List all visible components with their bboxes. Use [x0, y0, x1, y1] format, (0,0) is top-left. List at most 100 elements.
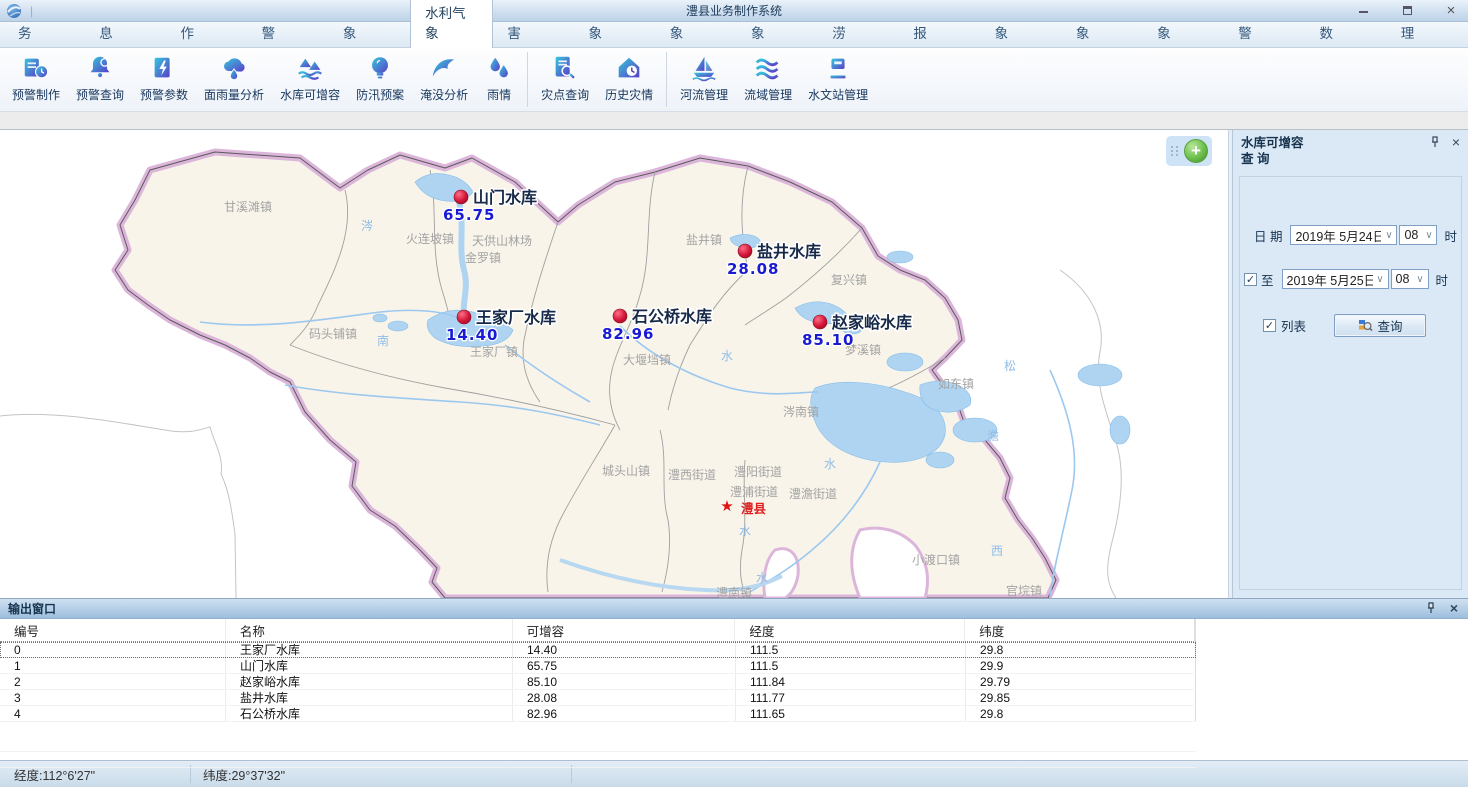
- main-area: 甘溪滩镇火连坡镇天供山林场金罗镇盐井镇复兴镇码头铺镇王家厂镇大堰垱镇梦溪镇如东镇…: [0, 130, 1468, 598]
- reservoir-name-盐井水库: 盐井水库: [757, 242, 821, 261]
- tool-水文站管理[interactable]: 水文站管理: [800, 48, 876, 111]
- table-row-1[interactable]: 1山门水库65.75111.529.9: [0, 658, 1196, 674]
- town-label-澧澹街道: 澧澹街道: [789, 487, 837, 501]
- cell: 石公桥水库: [226, 706, 513, 721]
- list-label: 列表: [1281, 316, 1306, 335]
- chevron-down-icon: ∨: [1381, 230, 1396, 241]
- tool-label: 流域管理: [744, 86, 792, 103]
- tool-预警参数[interactable]: 预警参数: [132, 48, 196, 111]
- menu-bar: 日常业务气象信息预报制作气象预警应急气象水利气象地质灾害农业气象林业气象环境气象…: [0, 22, 1468, 48]
- query-group-box: 日 期 2019年 5月24日∨ 08∨ 时 ✓ 至 2019年 5月25日∨ …: [1239, 176, 1462, 590]
- reservoir-marker-王家厂水库[interactable]: [457, 310, 471, 324]
- to-date-select[interactable]: 2019年 5月25日∨: [1282, 269, 1389, 289]
- reservoir-query-panel: 水库可增容 查 询 × 日 期 2019年 5月24日∨ 08∨ 时 ✓: [1233, 130, 1468, 598]
- to-label: 至: [1261, 270, 1274, 289]
- cell: 29.79: [966, 674, 1196, 689]
- town-label-官垸镇: 官垸镇: [1006, 583, 1042, 598]
- county-label: 澧县: [741, 501, 767, 516]
- table-row-2[interactable]: 2赵家峪水库85.10111.8429.79: [0, 674, 1196, 690]
- tool-河流管理[interactable]: 河流管理: [672, 48, 736, 111]
- tool-流域管理[interactable]: 流域管理: [736, 48, 800, 111]
- station-icon: [823, 53, 853, 83]
- map-zoom-control: +: [1166, 136, 1212, 166]
- tool-灾点查询[interactable]: 灾点查询: [533, 48, 597, 111]
- toolbar-group-separator: [666, 52, 667, 107]
- from-date-select[interactable]: 2019年 5月24日∨: [1290, 225, 1397, 245]
- query-button[interactable]: 查询: [1334, 314, 1426, 337]
- town-label-码头铺镇: 码头铺镇: [309, 327, 357, 341]
- town-label-澧浦街道: 澧浦街道: [730, 485, 778, 499]
- hour-unit-label: 时: [1436, 270, 1449, 289]
- pin-icon[interactable]: [1426, 602, 1436, 614]
- cell: 1: [0, 658, 226, 673]
- output-titlebar: 输出窗口 ×: [0, 599, 1468, 619]
- river-label: 南: [377, 333, 389, 348]
- column-header-经度[interactable]: 经度: [735, 619, 965, 641]
- cell: 3: [0, 690, 226, 705]
- reservoir-marker-盐井水库[interactable]: [738, 244, 752, 258]
- tool-防汛预案[interactable]: 防汛预案: [348, 48, 412, 111]
- town-label-甘溪滩镇: 甘溪滩镇: [224, 200, 272, 214]
- column-header-名称[interactable]: 名称: [226, 619, 513, 641]
- pin-icon[interactable]: [1430, 136, 1440, 148]
- table-row-4[interactable]: 4石公桥水库82.96111.6529.8: [0, 706, 1196, 722]
- table-row-0[interactable]: 0王家厂水库14.40111.529.8: [0, 642, 1196, 658]
- tool-label: 面雨量分析: [204, 86, 264, 103]
- cell: 盐井水库: [226, 690, 513, 705]
- town-label-盐井镇: 盐井镇: [686, 233, 722, 247]
- panel-close-icon[interactable]: ×: [1452, 136, 1460, 148]
- empty-row: [0, 736, 1196, 752]
- reservoir-value-山门水库: 65.75: [443, 206, 495, 224]
- tool-雨情[interactable]: 雨情: [476, 48, 522, 111]
- map-container: 甘溪滩镇火连坡镇天供山林场金罗镇盐井镇复兴镇码头铺镇王家厂镇大堰垱镇梦溪镇如东镇…: [0, 130, 1228, 598]
- map-canvas[interactable]: 甘溪滩镇火连坡镇天供山林场金罗镇盐井镇复兴镇码头铺镇王家厂镇大堰垱镇梦溪镇如东镇…: [0, 130, 1228, 598]
- maximize-button[interactable]: [1396, 1, 1418, 21]
- tool-label: 河流管理: [680, 86, 728, 103]
- tool-label: 防汛预案: [356, 86, 404, 103]
- town-label-澧阳街道: 澧阳街道: [734, 465, 782, 479]
- reservoir-value-盐井水库: 28.08: [727, 260, 779, 278]
- reservoir-name-赵家峪水库: 赵家峪水库: [831, 313, 912, 332]
- table-row-3[interactable]: 3盐井水库28.08111.7729.85: [0, 690, 1196, 706]
- forest-water-icon: [295, 53, 325, 83]
- cell: 29.9: [966, 658, 1196, 673]
- tool-水库可增容[interactable]: 水库可增容: [272, 48, 348, 111]
- table-header-row: 编号名称可增容经度纬度: [0, 619, 1196, 642]
- doc-search-icon: [550, 53, 580, 83]
- column-header-可增容[interactable]: 可增容: [513, 619, 736, 641]
- column-header-纬度[interactable]: 纬度: [965, 619, 1195, 641]
- to-hour-select[interactable]: 08∨: [1391, 269, 1429, 289]
- tool-label: 预警查询: [76, 86, 124, 103]
- close-button[interactable]: ×: [1440, 1, 1462, 21]
- reservoir-name-石公桥水库: 石公桥水库: [631, 307, 712, 326]
- cell: 0: [0, 642, 226, 657]
- waves-icon: [753, 53, 783, 83]
- output-close-icon[interactable]: ×: [1450, 602, 1458, 614]
- tool-面雨量分析[interactable]: 面雨量分析: [196, 48, 272, 111]
- town-label-王家厂镇: 王家厂镇: [470, 344, 518, 359]
- tool-预警查询[interactable]: 预警查询: [68, 48, 132, 111]
- river-label: 水: [739, 524, 751, 538]
- town-label-天供山林场: 天供山林场: [472, 234, 532, 248]
- tool-历史灾情[interactable]: 历史灾情: [597, 48, 661, 111]
- minimize-button[interactable]: [1352, 1, 1374, 21]
- tool-淹没分析[interactable]: 淹没分析: [412, 48, 476, 111]
- list-checkbox[interactable]: ✓: [1263, 319, 1276, 332]
- reservoir-marker-石公桥水库[interactable]: [613, 309, 627, 323]
- drag-grip-icon: [1171, 146, 1181, 156]
- to-checkbox[interactable]: ✓: [1244, 273, 1257, 286]
- zoom-in-button[interactable]: +: [1184, 139, 1208, 163]
- cell: 82.96: [513, 706, 736, 721]
- town-label-涔南镇: 涔南镇: [783, 404, 819, 419]
- menu-item-6[interactable]: 水利气象: [410, 0, 493, 48]
- column-header-编号[interactable]: 编号: [0, 619, 226, 641]
- town-label-复兴镇: 复兴镇: [831, 273, 867, 287]
- from-hour-select[interactable]: 08∨: [1399, 225, 1437, 245]
- tool-label: 水库可增容: [280, 86, 340, 103]
- cell: 111.84: [736, 674, 966, 689]
- reservoir-marker-赵家峪水库[interactable]: [813, 315, 827, 329]
- cell: 85.10: [513, 674, 736, 689]
- reservoir-marker-山门水库[interactable]: [454, 190, 468, 204]
- county-star-icon: ★: [720, 497, 733, 515]
- tool-预警制作[interactable]: 预警制作: [4, 48, 68, 111]
